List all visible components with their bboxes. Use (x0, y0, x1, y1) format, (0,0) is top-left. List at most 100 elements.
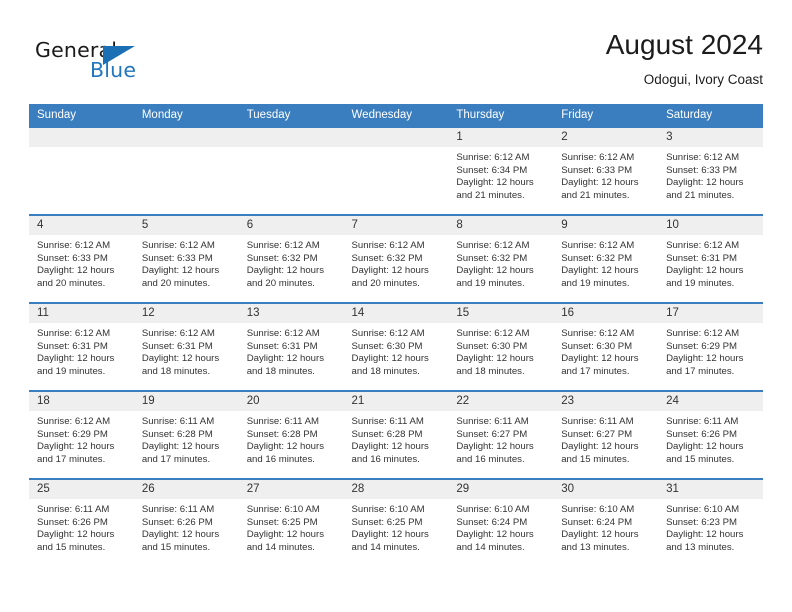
day-details: Sunrise: 6:11 AM Sunset: 6:28 PM Daylight:… (344, 411, 449, 466)
weekday-header-3: Wednesday (343, 104, 449, 127)
day-detail-daylight1: Daylight: 12 hours (141, 441, 220, 453)
day-number: 24 (658, 392, 763, 411)
day-cell[interactable]: 15 Sunrise: 6:12 AM Sunset: 6:30 PM Dayligh… (448, 302, 554, 391)
day-cell[interactable]: 1 Sunrise: 6:12 AM Sunset: 6:34 PM Daylight… (448, 126, 554, 215)
brand-logo[interactable]: General Blue (29, 38, 229, 90)
day-cell[interactable]: 25 Sunrise: 6:11 AM Sunset: 6:26 PM Dayligh… (29, 478, 134, 567)
day-cell[interactable]: 17 Sunrise: 6:12 AM Sunset: 6:29 PM Dayligh… (658, 302, 763, 391)
day-cell[interactable]: 5 Sunrise: 6:12 AM Sunset: 6:33 PM Daylight… (133, 214, 239, 303)
day-cell-inner: 5 Sunrise: 6:12 AM Sunset: 6:33 PM Daylight… (133, 216, 239, 302)
day-cell[interactable]: 11 Sunrise: 6:12 AM Sunset: 6:31 PM Dayligh… (29, 302, 134, 391)
day-detail-sunset: Sunset: 6:28 PM (246, 428, 318, 440)
day-cell[interactable]: 31 Sunrise: 6:10 AM Sunset: 6:23 PM Dayligh… (658, 478, 763, 567)
day-detail-daylight2: and 17 minutes. (666, 365, 735, 377)
day-number: 21 (343, 392, 449, 411)
day-detail-sunrise: Sunrise: 6:12 AM (456, 328, 530, 339)
day-number: 8 (448, 216, 554, 235)
day-details: Sunrise: 6:12 AM Sunset: 6:33 PM Daylight:… (134, 235, 239, 290)
day-cell[interactable]: 23 Sunrise: 6:11 AM Sunset: 6:27 PM Dayligh… (553, 390, 659, 479)
day-detail-sunset: Sunset: 6:30 PM (561, 340, 633, 352)
day-cell[interactable]: 4 Sunrise: 6:12 AM Sunset: 6:33 PM Daylight… (29, 214, 134, 303)
day-number: 4 (29, 216, 134, 235)
day-details: Sunrise: 6:12 AM Sunset: 6:31 PM Daylight:… (239, 323, 344, 378)
day-detail-sunset: Sunset: 6:25 PM (246, 516, 318, 528)
day-details: Sunrise: 6:12 AM Sunset: 6:33 PM Daylight:… (29, 235, 134, 290)
day-detail-daylight1: Daylight: 12 hours (141, 529, 220, 541)
day-detail-sunrise: Sunrise: 6:11 AM (351, 416, 424, 427)
calendar-week-row: 11 Sunrise: 6:12 AM Sunset: 6:31 PM Dayligh… (29, 302, 763, 391)
day-cell-inner: 1 Sunrise: 6:12 AM Sunset: 6:34 PM Daylight… (448, 128, 554, 214)
day-detail-sunset: Sunset: 6:33 PM (666, 164, 737, 176)
day-number: 17 (658, 304, 763, 323)
day-cell[interactable]: 20 Sunrise: 6:11 AM Sunset: 6:28 PM Dayligh… (238, 390, 344, 479)
day-cell[interactable]: 14 Sunrise: 6:12 AM Sunset: 6:30 PM Dayligh… (343, 302, 449, 391)
day-cell[interactable]: 3 Sunrise: 6:12 AM Sunset: 6:33 PM Daylight… (658, 126, 763, 215)
day-detail-daylight1: Daylight: 12 hours (666, 265, 744, 277)
day-cell[interactable]: 26 Sunrise: 6:11 AM Sunset: 6:26 PM Dayligh… (133, 478, 239, 567)
day-details: Sunrise: 6:12 AM Sunset: 6:30 PM Daylight:… (553, 323, 658, 378)
day-cell-inner: 15 Sunrise: 6:12 AM Sunset: 6:30 PM Dayligh… (448, 304, 554, 390)
day-cell[interactable]: 8 Sunrise: 6:12 AM Sunset: 6:32 PM Daylight… (448, 214, 554, 303)
day-cell[interactable]: 2 Sunrise: 6:12 AM Sunset: 6:33 PM Daylight… (553, 126, 659, 215)
day-number: 9 (553, 216, 659, 235)
day-cell-inner: 8 Sunrise: 6:12 AM Sunset: 6:32 PM Daylight… (448, 216, 554, 302)
day-cell[interactable]: 9 Sunrise: 6:12 AM Sunset: 6:32 PM Daylight… (553, 214, 659, 303)
day-cell[interactable]: 29 Sunrise: 6:10 AM Sunset: 6:24 PM Dayligh… (448, 478, 554, 567)
day-cell[interactable]: 18 Sunrise: 6:12 AM Sunset: 6:29 PM Dayligh… (29, 390, 134, 479)
day-cell[interactable]: 6 Sunrise: 6:12 AM Sunset: 6:32 PM Daylight… (238, 214, 344, 303)
day-cell[interactable]: 10 Sunrise: 6:12 AM Sunset: 6:31 PM Dayligh… (658, 214, 763, 303)
day-number: 2 (553, 128, 659, 147)
day-cell-inner: 14 Sunrise: 6:12 AM Sunset: 6:30 PM Dayligh… (343, 304, 449, 390)
day-cell-empty (343, 126, 449, 215)
day-detail-daylight2: and 19 minutes. (456, 277, 525, 289)
day-detail-sunrise: Sunrise: 6:12 AM (37, 328, 111, 339)
day-detail-daylight1: Daylight: 12 hours (561, 177, 639, 189)
day-detail-sunrise: Sunrise: 6:12 AM (37, 240, 111, 251)
day-details: Sunrise: 6:12 AM Sunset: 6:29 PM Daylight:… (658, 323, 763, 378)
day-cell[interactable]: 12 Sunrise: 6:12 AM Sunset: 6:31 PM Dayligh… (133, 302, 239, 391)
calendar-header-row: Sunday Monday Tuesday Wednesday Thursday Frid… (29, 104, 763, 127)
day-cell[interactable]: 21 Sunrise: 6:11 AM Sunset: 6:28 PM Dayligh… (343, 390, 449, 479)
day-cell-inner: 31 Sunrise: 6:10 AM Sunset: 6:23 PM Dayligh… (658, 480, 763, 567)
day-cell[interactable]: 27 Sunrise: 6:10 AM Sunset: 6:25 PM Dayligh… (238, 478, 344, 567)
day-details: Sunrise: 6:12 AM Sunset: 6:31 PM Daylight:… (29, 323, 134, 378)
day-cell[interactable]: 24 Sunrise: 6:11 AM Sunset: 6:26 PM Dayligh… (658, 390, 763, 479)
weekday-header-2: Tuesday (238, 104, 344, 127)
day-detail-daylight1: Daylight: 12 hours (37, 441, 115, 453)
day-detail-daylight1: Daylight: 12 hours (246, 441, 325, 453)
day-detail-daylight1: Daylight: 12 hours (456, 441, 534, 453)
day-number: 18 (29, 392, 134, 411)
day-cell[interactable]: 30 Sunrise: 6:10 AM Sunset: 6:24 PM Dayligh… (553, 478, 659, 567)
day-detail-daylight2: and 18 minutes. (351, 365, 420, 377)
day-detail-sunset: Sunset: 6:28 PM (141, 428, 213, 440)
day-detail-daylight1: Daylight: 12 hours (351, 353, 429, 365)
day-cell[interactable]: 16 Sunrise: 6:12 AM Sunset: 6:30 PM Dayligh… (553, 302, 659, 391)
day-detail-daylight2: and 13 minutes. (561, 541, 630, 553)
day-cell[interactable]: 22 Sunrise: 6:11 AM Sunset: 6:27 PM Dayligh… (448, 390, 554, 479)
weekday-header-0: Sunday (29, 104, 134, 127)
day-detail-daylight2: and 18 minutes. (246, 365, 315, 377)
day-detail-sunset: Sunset: 6:33 PM (141, 252, 213, 264)
day-cell[interactable]: 13 Sunrise: 6:12 AM Sunset: 6:31 PM Dayligh… (238, 302, 344, 391)
day-cell-inner: 11 Sunrise: 6:12 AM Sunset: 6:31 PM Dayligh… (29, 304, 134, 390)
day-details: Sunrise: 6:10 AM Sunset: 6:25 PM Daylight:… (344, 499, 449, 554)
day-detail-sunrise: Sunrise: 6:12 AM (666, 328, 740, 339)
day-details: Sunrise: 6:12 AM Sunset: 6:30 PM Daylight:… (344, 323, 449, 378)
day-details: Sunrise: 6:12 AM Sunset: 6:32 PM Daylight:… (448, 235, 553, 290)
day-detail-daylight2: and 14 minutes. (351, 541, 420, 553)
day-detail-sunset: Sunset: 6:29 PM (666, 340, 737, 352)
day-cell[interactable]: 7 Sunrise: 6:12 AM Sunset: 6:32 PM Daylight… (343, 214, 449, 303)
day-detail-daylight2: and 20 minutes. (37, 277, 106, 289)
day-number: 5 (133, 216, 239, 235)
day-cell-inner: 17 Sunrise: 6:12 AM Sunset: 6:29 PM Dayligh… (658, 304, 763, 390)
day-cell[interactable]: 28 Sunrise: 6:10 AM Sunset: 6:25 PM Dayligh… (343, 478, 449, 567)
day-number: 3 (658, 128, 763, 147)
day-detail-daylight2: and 19 minutes. (666, 277, 735, 289)
day-number: 26 (133, 480, 239, 499)
day-cell-inner: 7 Sunrise: 6:12 AM Sunset: 6:32 PM Daylight… (343, 216, 449, 302)
day-number: 12 (133, 304, 239, 323)
day-detail-daylight1: Daylight: 12 hours (561, 353, 639, 365)
day-number: 25 (29, 480, 134, 499)
day-detail-sunrise: Sunrise: 6:12 AM (666, 152, 740, 163)
day-cell[interactable]: 19 Sunrise: 6:11 AM Sunset: 6:28 PM Dayligh… (133, 390, 239, 479)
